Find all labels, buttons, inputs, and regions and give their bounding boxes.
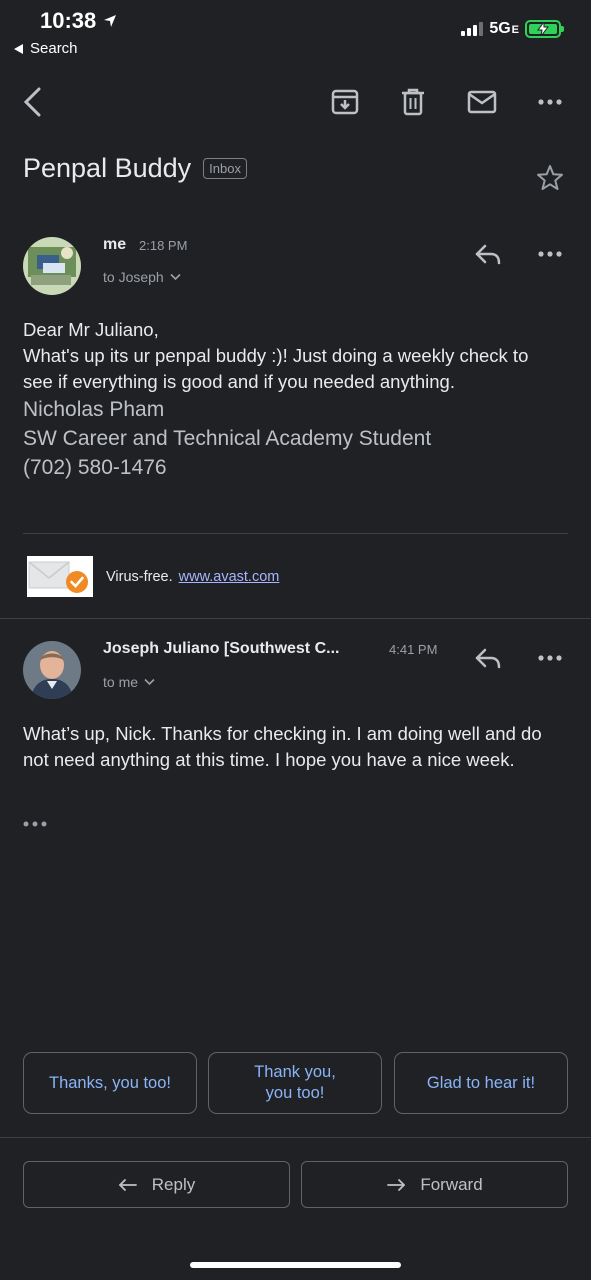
battery-icon bbox=[525, 20, 564, 38]
avast-link[interactable]: www.avast.com bbox=[179, 569, 280, 585]
signature-divider bbox=[23, 533, 568, 534]
status-indicators: 5GE bbox=[461, 20, 564, 38]
star-button[interactable] bbox=[530, 158, 570, 198]
message1-recipient: to Joseph bbox=[103, 269, 164, 285]
message1-reply-button[interactable] bbox=[468, 234, 508, 274]
avast-footer: Virus-free. www.avast.com bbox=[106, 569, 279, 585]
message1-body: Dear Mr Juliano, What's up its ur penpal… bbox=[23, 317, 553, 482]
message1-text: What's up its ur penpal buddy :)! Just d… bbox=[23, 345, 529, 392]
location-arrow-icon bbox=[104, 15, 117, 27]
message1-signature-title: SW Career and Technical Academy Student bbox=[23, 427, 432, 450]
message2-body: What’s up, Nick. Thanks for checking in.… bbox=[23, 723, 542, 770]
message2-reply-button[interactable] bbox=[468, 638, 508, 678]
message1-sender: me bbox=[103, 236, 127, 253]
charging-bolt-icon bbox=[537, 22, 549, 36]
forward-icon bbox=[387, 1178, 406, 1191]
smart-reply-thanks-you-too[interactable]: Thanks, you too! bbox=[23, 1052, 197, 1114]
trash-icon bbox=[402, 88, 424, 116]
message1-recipient-toggle[interactable]: to Joseph bbox=[103, 269, 181, 285]
avatar-photo-icon bbox=[23, 641, 81, 699]
message2-recipient-toggle[interactable]: to me bbox=[103, 674, 155, 690]
message-divider bbox=[0, 618, 591, 619]
reply-button[interactable]: Reply bbox=[23, 1161, 290, 1208]
inbox-label-badge[interactable]: Inbox bbox=[203, 158, 247, 179]
avast-logo[interactable] bbox=[27, 556, 93, 597]
smart-reply-glad-to-hear-it[interactable]: Glad to hear it! bbox=[394, 1052, 568, 1114]
archive-button[interactable] bbox=[325, 82, 365, 122]
home-indicator[interactable] bbox=[190, 1262, 401, 1268]
message2-sender: Joseph Juliano [Southwest C... bbox=[103, 640, 340, 657]
avatar-joseph[interactable] bbox=[23, 641, 81, 699]
message1-greeting: Dear Mr Juliano, bbox=[23, 319, 159, 340]
more-horizontal-icon bbox=[538, 99, 562, 105]
smart-reply-thank-you-you-too[interactable]: Thank you, you too! bbox=[208, 1052, 382, 1114]
back-to-search-label: Search bbox=[30, 40, 78, 57]
back-button[interactable] bbox=[12, 82, 52, 122]
chevron-down-icon bbox=[170, 273, 181, 281]
avast-mail-icon bbox=[28, 561, 88, 593]
forward-button[interactable]: Forward bbox=[301, 1161, 568, 1208]
network-label: 5GE bbox=[489, 20, 519, 37]
more-options-button[interactable] bbox=[530, 82, 570, 122]
message2-recipient: to me bbox=[103, 674, 139, 690]
message1-signature-name: Nicholas Pham bbox=[23, 398, 165, 421]
subject-line: Penpal Buddy Inbox bbox=[23, 153, 247, 184]
message2-more-button[interactable] bbox=[530, 638, 570, 678]
smart-reply-label: Glad to hear it! bbox=[426, 1073, 536, 1092]
status-time: 10:38 bbox=[40, 8, 118, 34]
more-horizontal-icon bbox=[538, 251, 562, 257]
more-horizontal-icon bbox=[23, 821, 47, 827]
status-time-text: 10:38 bbox=[40, 8, 97, 33]
star-icon bbox=[537, 165, 563, 190]
forward-button-label: Forward bbox=[420, 1174, 483, 1194]
show-trimmed-content-button[interactable] bbox=[22, 815, 52, 833]
reply-icon bbox=[475, 244, 501, 265]
mail-icon bbox=[467, 90, 497, 114]
message1-more-button[interactable] bbox=[530, 234, 570, 274]
avatar-image-icon bbox=[23, 237, 81, 295]
delete-button[interactable] bbox=[393, 82, 433, 122]
back-triangle-icon bbox=[14, 43, 23, 54]
more-horizontal-icon bbox=[538, 655, 562, 661]
avatar-me[interactable] bbox=[23, 237, 81, 295]
mark-unread-button[interactable] bbox=[462, 82, 502, 122]
message1-time: 2:18 PM bbox=[139, 238, 188, 253]
reply-button-label: Reply bbox=[151, 1174, 196, 1194]
smart-reply-label: Thank you, you too! bbox=[254, 1063, 336, 1102]
archive-icon bbox=[331, 89, 359, 115]
message1-signature-phone: (702) 580-1476 bbox=[23, 456, 167, 479]
message2-time: 4:41 PM bbox=[389, 642, 438, 657]
reply-icon bbox=[475, 648, 501, 669]
chevron-down-icon bbox=[144, 678, 155, 686]
smart-reply-label: Thanks, you too! bbox=[49, 1073, 171, 1092]
chevron-left-icon bbox=[23, 87, 41, 117]
signal-icon bbox=[461, 22, 484, 36]
reply-icon bbox=[118, 1178, 137, 1191]
bottom-divider bbox=[0, 1137, 591, 1138]
avast-text: Virus-free. bbox=[106, 569, 173, 585]
back-to-search[interactable]: Search bbox=[14, 40, 78, 57]
subject-title: Penpal Buddy bbox=[23, 153, 192, 183]
